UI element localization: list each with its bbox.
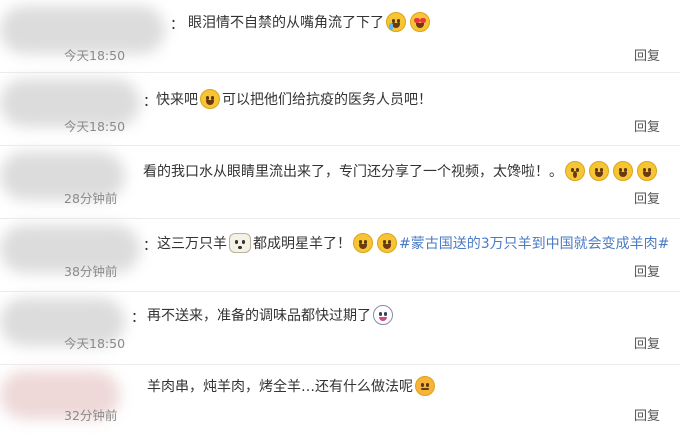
- comment-item: ：快来吧 可以把他们给抗疫的医务人员吧！ 今天18:50 回复: [0, 73, 680, 146]
- comment-timestamp: 今天18:50: [64, 48, 126, 63]
- laughing-emoji-icon: [637, 161, 657, 181]
- comment-item: ：再不送来，准备的调味品都快过期了今天18:50 回复: [0, 292, 680, 365]
- laughing-emoji-icon: [613, 161, 633, 181]
- comment-text: 眼泪情不自禁的从嘴角流了下了: [188, 12, 432, 32]
- reply-button[interactable]: 回复: [634, 405, 660, 424]
- laughing-emoji-icon: [353, 233, 373, 253]
- scared-emoji-icon: [565, 161, 585, 181]
- laughing-emoji-icon: [200, 89, 220, 109]
- hashtag-link[interactable]: #蒙古国送的3万只羊到中国就会变成羊肉#: [399, 233, 669, 253]
- reply-button[interactable]: 回复: [634, 261, 660, 280]
- comment-text-segment: 可以把他们给抗疫的医务人员吧！: [222, 92, 432, 108]
- colon-separator: ：: [143, 94, 157, 110]
- reply-button[interactable]: 回复: [634, 45, 660, 64]
- laughing-emoji-icon: [589, 161, 609, 181]
- comment-item: ：眼泪情不自禁的从嘴角流了下了今天18:50 回复: [0, 0, 680, 73]
- comment-timestamp: 今天18:50: [64, 336, 126, 351]
- comment-text-segment: 看的我口水从眼睛里流出来了，专门还分享了一个视频，太馋啦！。: [143, 164, 563, 180]
- comment-timestamp: 32分钟前: [64, 408, 118, 423]
- comment-item: ：这三万只羊 都成明星羊了！ #蒙古国送的3万只羊到中国就会变成羊肉# 38分钟前 回复: [0, 219, 680, 292]
- comment-timestamp: 今天18:50: [64, 119, 126, 134]
- reply-button[interactable]: 回复: [634, 333, 660, 352]
- comment-timestamp: 38分钟前: [64, 264, 118, 279]
- comment-text-segment: 羊肉串，炖羊肉，烤全羊…还有什么做法呢: [147, 379, 413, 395]
- colon-separator: ：: [170, 17, 184, 33]
- comment-text-segment: 眼泪情不自禁的从嘴角流了下了: [188, 15, 384, 31]
- cat-face-emoji-icon: [373, 305, 393, 325]
- pouting-emoji-icon: [415, 376, 435, 396]
- comment-text: 这三万只羊 都成明星羊了！ #蒙古国送的3万只羊到中国就会变成羊肉#: [157, 233, 669, 253]
- comment-text-segment: 再不送来，准备的调味品都快过期了: [147, 308, 371, 324]
- comment-text: 羊肉串，炖羊肉，烤全羊…还有什么做法呢: [147, 376, 437, 396]
- comment-text-segment: 快来吧: [156, 92, 198, 108]
- comment-text-segment: 都成明星羊了！: [253, 236, 351, 252]
- crying-emoji-icon: [386, 12, 406, 32]
- reply-button[interactable]: 回复: [634, 188, 660, 207]
- sheep-emoji-icon: [229, 233, 251, 253]
- colon-separator: ：: [131, 310, 145, 326]
- comment-text: 看的我口水从眼睛里流出来了，专门还分享了一个视频，太馋啦！。: [143, 161, 659, 181]
- reply-button[interactable]: 回复: [634, 116, 660, 135]
- heart-eyes-emoji-icon: [410, 12, 430, 32]
- comment-text: 再不送来，准备的调味品都快过期了: [147, 305, 395, 325]
- comment-item: 羊肉串，炖羊肉，烤全羊…还有什么做法呢 32分钟前 回复: [0, 365, 680, 436]
- comment-item: 看的我口水从眼睛里流出来了，专门还分享了一个视频，太馋啦！。 28分钟前 回复: [0, 146, 680, 219]
- colon-separator: ：: [143, 238, 157, 254]
- comment-text-segment: 这三万只羊: [157, 236, 227, 252]
- comment-timestamp: 28分钟前: [64, 191, 118, 206]
- laughing-emoji-icon: [377, 233, 397, 253]
- comment-text: 快来吧 可以把他们给抗疫的医务人员吧！: [156, 89, 432, 109]
